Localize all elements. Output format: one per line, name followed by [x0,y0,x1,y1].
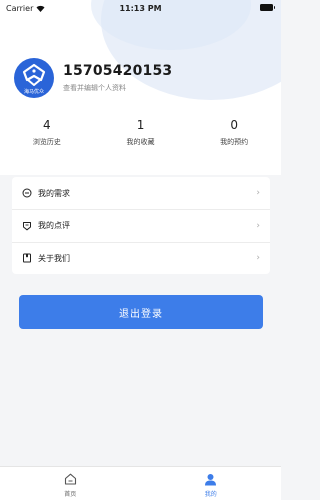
chevron-right-icon: › [256,253,260,264]
tab-home[interactable]: 首页 [0,467,141,500]
stat-label: 我的预约 [220,138,249,146]
stat-value: 0 [230,118,238,132]
chat-bubble-icon [22,188,32,198]
edit-profile-hint[interactable]: 查看并编辑个人资料 [63,83,172,93]
stat-favorites[interactable]: 1 我的收藏 [94,118,188,147]
tab-label: 首页 [64,491,77,498]
tab-label: 我的 [204,491,217,498]
profile-text: 15705420153 查看并编辑个人资料 [63,63,172,93]
bookmark-icon [22,253,32,263]
menu-item-label: 关于我们 [38,253,70,263]
stat-history[interactable]: 4 浏览历史 [0,118,94,147]
avatar[interactable]: 海马优众 [14,58,54,98]
avatar-caption: 海马优众 [23,89,44,95]
menu-list: 我的需求 › 我的点评 › 关于我们 › [12,177,270,274]
menu-item-about-us[interactable]: 关于我们 › [12,241,270,274]
profile-header[interactable]: 海马优众 15705420153 查看并编辑个人资料 [14,58,172,98]
chevron-right-icon: › [256,188,260,199]
stat-appointments[interactable]: 0 我的预约 [187,118,281,147]
stat-value: 4 [43,118,51,132]
stat-value: 1 [136,118,145,132]
menu-item-my-reviews[interactable]: 我的点评 › [12,209,270,241]
stats-row: 4 浏览历史 1 我的收藏 0 我的预约 [0,118,281,147]
menu-item-my-demands[interactable]: 我的需求 › [12,177,270,209]
status-time: 11:13 PM [119,3,162,13]
menu-item-label: 我的需求 [38,188,70,198]
menu-item-label: 我的点评 [38,221,70,231]
battery-icon [260,4,275,11]
logout-button[interactable]: 退出登录 [19,295,263,329]
tab-mine[interactable]: 我的 [141,467,282,500]
tab-bar: 首页 我的 [0,466,281,500]
home-icon [63,472,77,486]
chevron-right-icon: › [256,220,260,231]
shield-comment-icon [22,221,32,231]
person-icon [204,472,218,486]
username: 15705420153 [63,63,173,79]
stat-label: 浏览历史 [32,138,61,146]
status-bar: Carrier 11:13 PM [0,0,281,16]
stat-label: 我的收藏 [126,138,155,146]
